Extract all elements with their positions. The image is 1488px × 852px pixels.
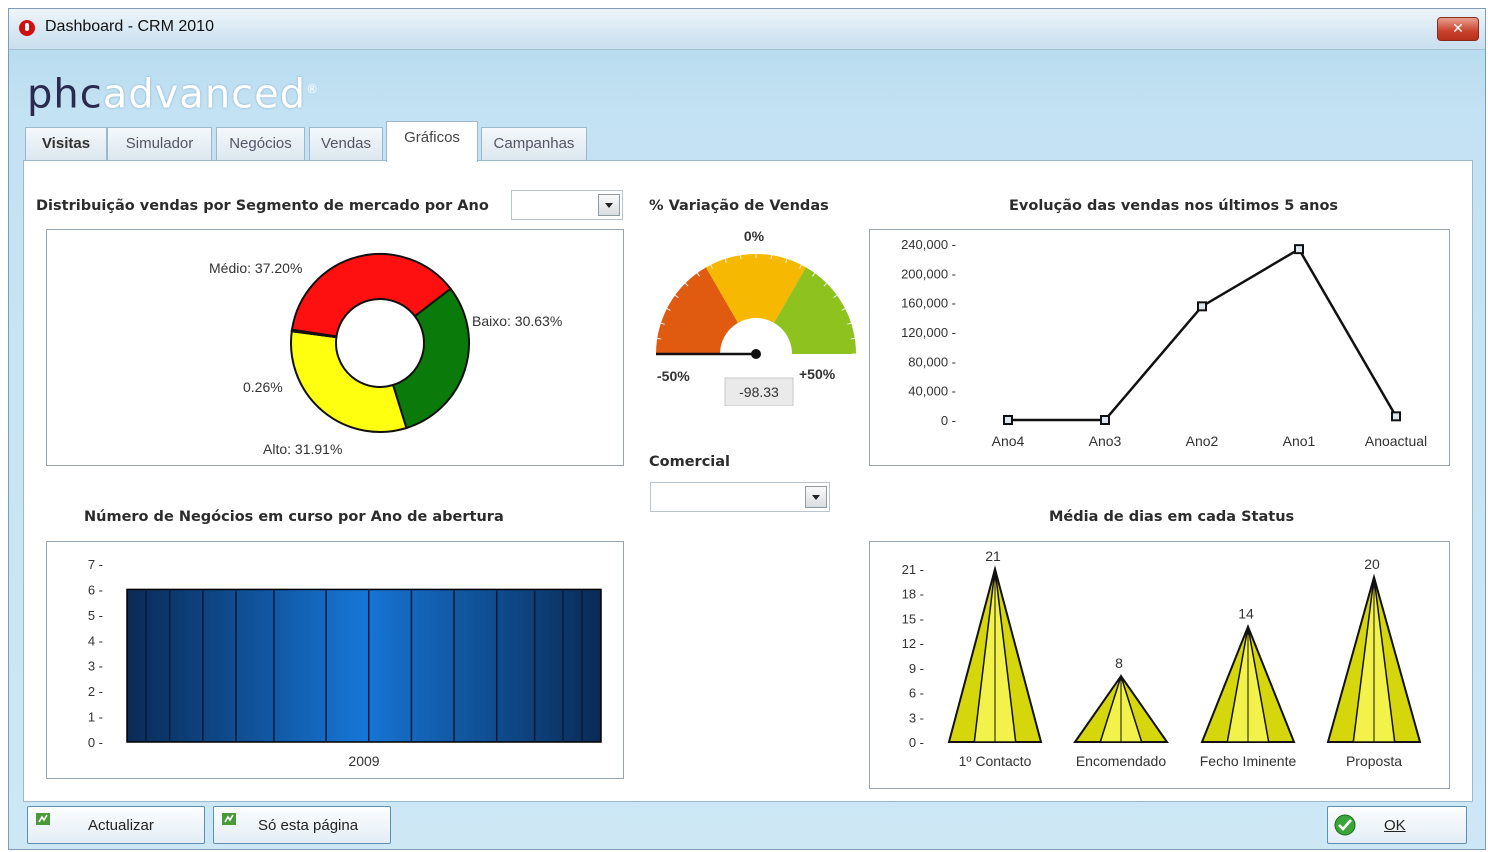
status-ytick-label: 12 - (902, 636, 924, 651)
check-icon (1334, 814, 1356, 836)
line-point (1100, 415, 1110, 425)
comercial-label: Comercial (649, 454, 731, 470)
tab-campanhas[interactable]: Campanhas (481, 127, 587, 161)
gauge-tick (770, 255, 773, 260)
segment-chart-box: Médio: 37.20% Baixo: 30.63% Alto: 31.91%… (46, 229, 624, 466)
evolution-line-chart: 240,000 - 200,000 - 160,000 - 120,000 - 80,0… (901, 237, 1427, 449)
evolution-chart-box: 240,000 - 200,000 - 160,000 - 120,000 - 80,0… (869, 229, 1450, 466)
neg-ytick-label: 1 - (88, 710, 103, 725)
neg-ytick-label: 6 - (88, 582, 103, 597)
tab-negocios[interactable]: Negócios (216, 127, 305, 161)
tab-simulador[interactable]: Simulador (107, 127, 212, 161)
status-xtick-label: 1º Contacto (959, 753, 1032, 769)
window-title: Dashboard - CRM 2010 (45, 18, 214, 35)
graficos-panel: Distribuição vendas por Segmento de merc… (23, 160, 1473, 802)
phc-advanced-logo: phcadvanced® (27, 71, 320, 118)
close-button[interactable]: ✕ (1437, 17, 1479, 41)
status-ytick-label: 3 - (909, 710, 924, 725)
title-bar: Dashboard - CRM 2010 ✕ (9, 9, 1485, 50)
donut-label-baixo: Baixo: 30.63% (472, 313, 562, 329)
status-chart-box: 21 - 18 - 15 - 12 - 9 - 6 - 3 - 0 - 21 8 14 20 1º … (869, 541, 1450, 789)
line-point (1003, 415, 1013, 425)
refresh-page-icon (222, 813, 236, 825)
status-xtick-label: Proposta (1346, 753, 1402, 769)
neg-xtick-label: 2009 (348, 753, 379, 769)
segment-donut-chart: Médio: 37.20% Baixo: 30.63% Alto: 31.91%… (209, 253, 562, 457)
negocios-chart-title: Número de Negócios em curso por Ano de a… (84, 509, 504, 525)
status-ytick-label: 6 - (909, 686, 924, 701)
status-chart-title: Média de dias em cada Status (1049, 509, 1295, 525)
line-ytick-label: 120,000 - (901, 325, 956, 340)
line-ytick-label: 0 - (941, 413, 956, 428)
segment-chart-title: Distribuição vendas por Segmento de merc… (36, 198, 489, 214)
neg-ytick-label: 5 - (88, 608, 103, 623)
donut-label-other: 0.26% (243, 379, 283, 395)
gauge-min-label: -50% (657, 368, 690, 384)
neg-bar (126, 588, 602, 743)
chevron-down-icon[interactable] (805, 486, 827, 508)
line-xtick-label: Ano3 (1089, 433, 1122, 449)
neg-ytick-label: 7 - (88, 557, 103, 572)
gauge-hub (751, 349, 761, 359)
tab-graficos[interactable]: Gráficos (386, 121, 478, 162)
line-ytick-label: 200,000 - (901, 266, 956, 281)
status-xtick-label: Encomendado (1076, 753, 1167, 769)
line-xtick-label: Ano4 (992, 433, 1025, 449)
status-ytick-label: 9 - (909, 661, 924, 676)
status-pyramid-chart: 21 - 18 - 15 - 12 - 9 - 6 - 3 - 0 - 21 8 14 20 1º … (902, 548, 1422, 769)
line-ytick-label: 80,000 - (908, 354, 956, 369)
tab-visitas[interactable]: Visitas (25, 127, 107, 161)
neg-ytick-label: 2 - (88, 684, 103, 699)
negocios-bar-chart: 7 - 6 - 5 - 4 - 3 - 2 - 1 - 0 - 2009 (88, 557, 602, 769)
line-point (1294, 244, 1304, 255)
status-data-label: 14 (1238, 606, 1254, 622)
line-ytick-label: 240,000 - (901, 237, 956, 252)
donut-label-medio: Médio: 37.20% (209, 260, 302, 276)
line-xtick-label: Anoactual (1365, 433, 1427, 449)
gauge-tick (850, 337, 855, 340)
donut-slice (391, 287, 470, 430)
status-data-label: 20 (1364, 556, 1380, 572)
app-icon (19, 20, 35, 36)
refresh-button[interactable]: Actualizar (27, 806, 205, 844)
year-combo[interactable] (511, 190, 623, 220)
line-xtick-label: Ano2 (1186, 433, 1219, 449)
this-page-button[interactable]: Só esta página (213, 806, 391, 844)
comercial-combo[interactable] (650, 482, 830, 512)
line-ytick-label: 40,000 - (908, 384, 956, 399)
gauge-title: % Variação de Vendas (649, 198, 829, 214)
chevron-down-icon[interactable] (598, 194, 620, 216)
donut-label-alto: Alto: 31.91% (263, 441, 342, 457)
tab-vendas[interactable]: Vendas (309, 127, 383, 161)
gauge-tick (657, 337, 662, 340)
status-ytick-label: 15 - (902, 611, 924, 626)
neg-ytick-label: 0 - (88, 735, 103, 750)
variation-gauge: 0% -50% +50% -98.33 (646, 228, 859, 406)
status-ytick-label: 21 - (902, 562, 924, 577)
gauge-value: -98.33 (739, 384, 779, 400)
dashboard-window: Dashboard - CRM 2010 ✕ phcadvanced® Visi… (8, 8, 1486, 850)
status-ytick-label: 0 - (909, 735, 924, 750)
negocios-chart-box: 7 - 6 - 5 - 4 - 3 - 2 - 1 - 0 - 2009 (46, 541, 624, 779)
status-xtick-label: Fecho Iminente (1200, 753, 1297, 769)
neg-ytick-label: 4 - (88, 633, 103, 648)
evolution-chart-title: Evolução das vendas nos últimos 5 anos (1009, 198, 1339, 214)
refresh-icon (36, 813, 50, 825)
status-ytick-label: 18 - (902, 587, 924, 602)
gauge-tick (739, 255, 742, 260)
line-xtick-label: Ano1 (1283, 433, 1316, 449)
line-point (1197, 301, 1207, 312)
line-point (1391, 411, 1401, 422)
donut-slice (290, 330, 408, 433)
gauge-top-label: 0% (744, 228, 765, 244)
evolution-series-line (1008, 247, 1398, 422)
status-data-label: 8 (1115, 655, 1123, 671)
gauge-max-label: +50% (799, 366, 836, 382)
line-ytick-label: 160,000 - (901, 296, 956, 311)
ok-button[interactable]: OK (1327, 806, 1467, 844)
neg-ytick-label: 3 - (88, 659, 103, 674)
status-data-label: 21 (985, 548, 1001, 564)
